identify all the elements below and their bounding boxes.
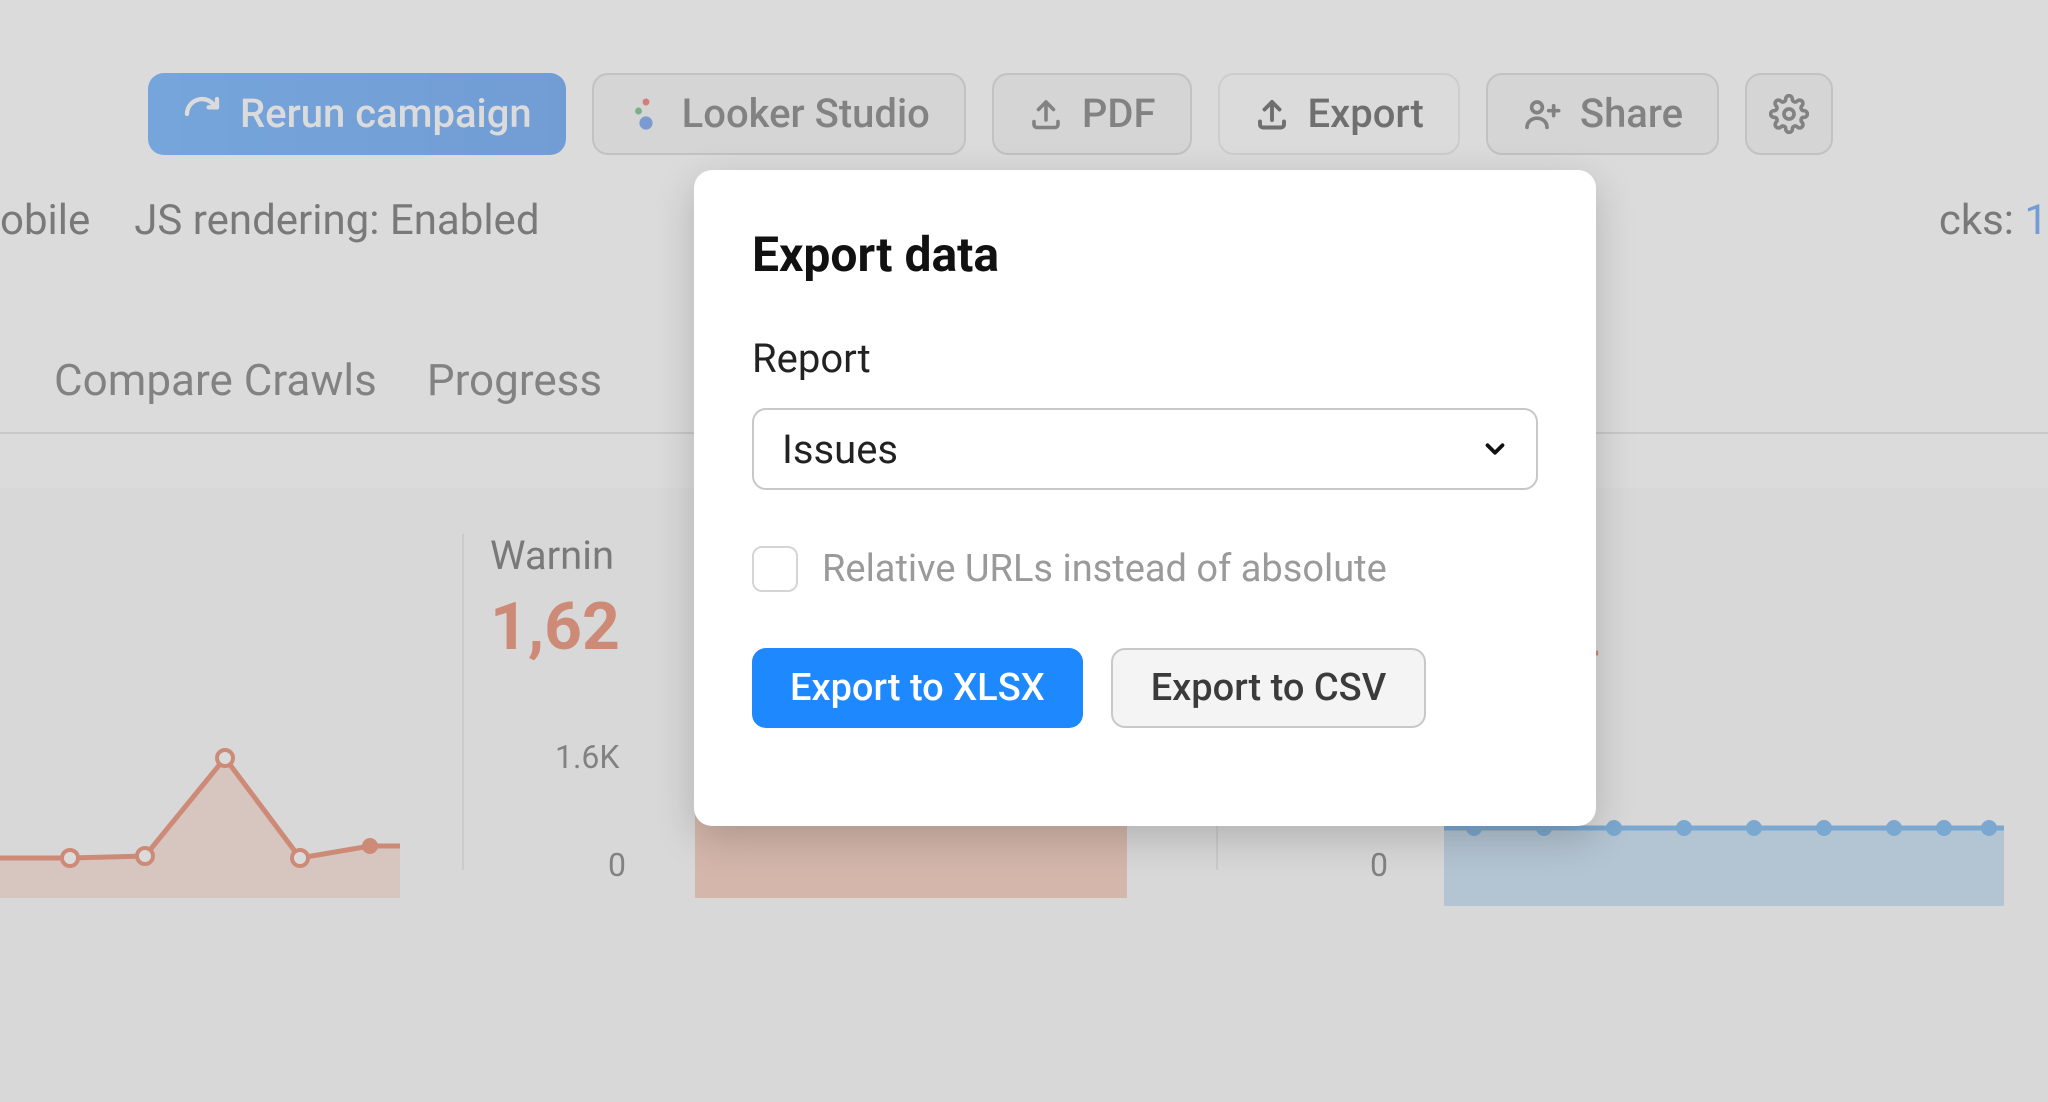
- export-csv-button[interactable]: Export to CSV: [1111, 648, 1427, 728]
- report-select-value: Issues: [782, 426, 898, 473]
- relative-urls-checkbox[interactable]: [752, 546, 798, 592]
- modal-actions: Export to XLSX Export to CSV: [752, 648, 1538, 728]
- export-xlsx-button[interactable]: Export to XLSX: [752, 648, 1083, 728]
- report-field-label: Report: [752, 335, 1538, 382]
- relative-urls-row[interactable]: Relative URLs instead of absolute: [752, 546, 1538, 592]
- relative-urls-label: Relative URLs instead of absolute: [822, 547, 1387, 591]
- chevron-down-icon: [1480, 434, 1510, 464]
- export-modal: Export data Report Issues Relative URLs …: [694, 170, 1596, 826]
- modal-title: Export data: [752, 226, 1538, 283]
- report-select[interactable]: Issues: [752, 408, 1538, 490]
